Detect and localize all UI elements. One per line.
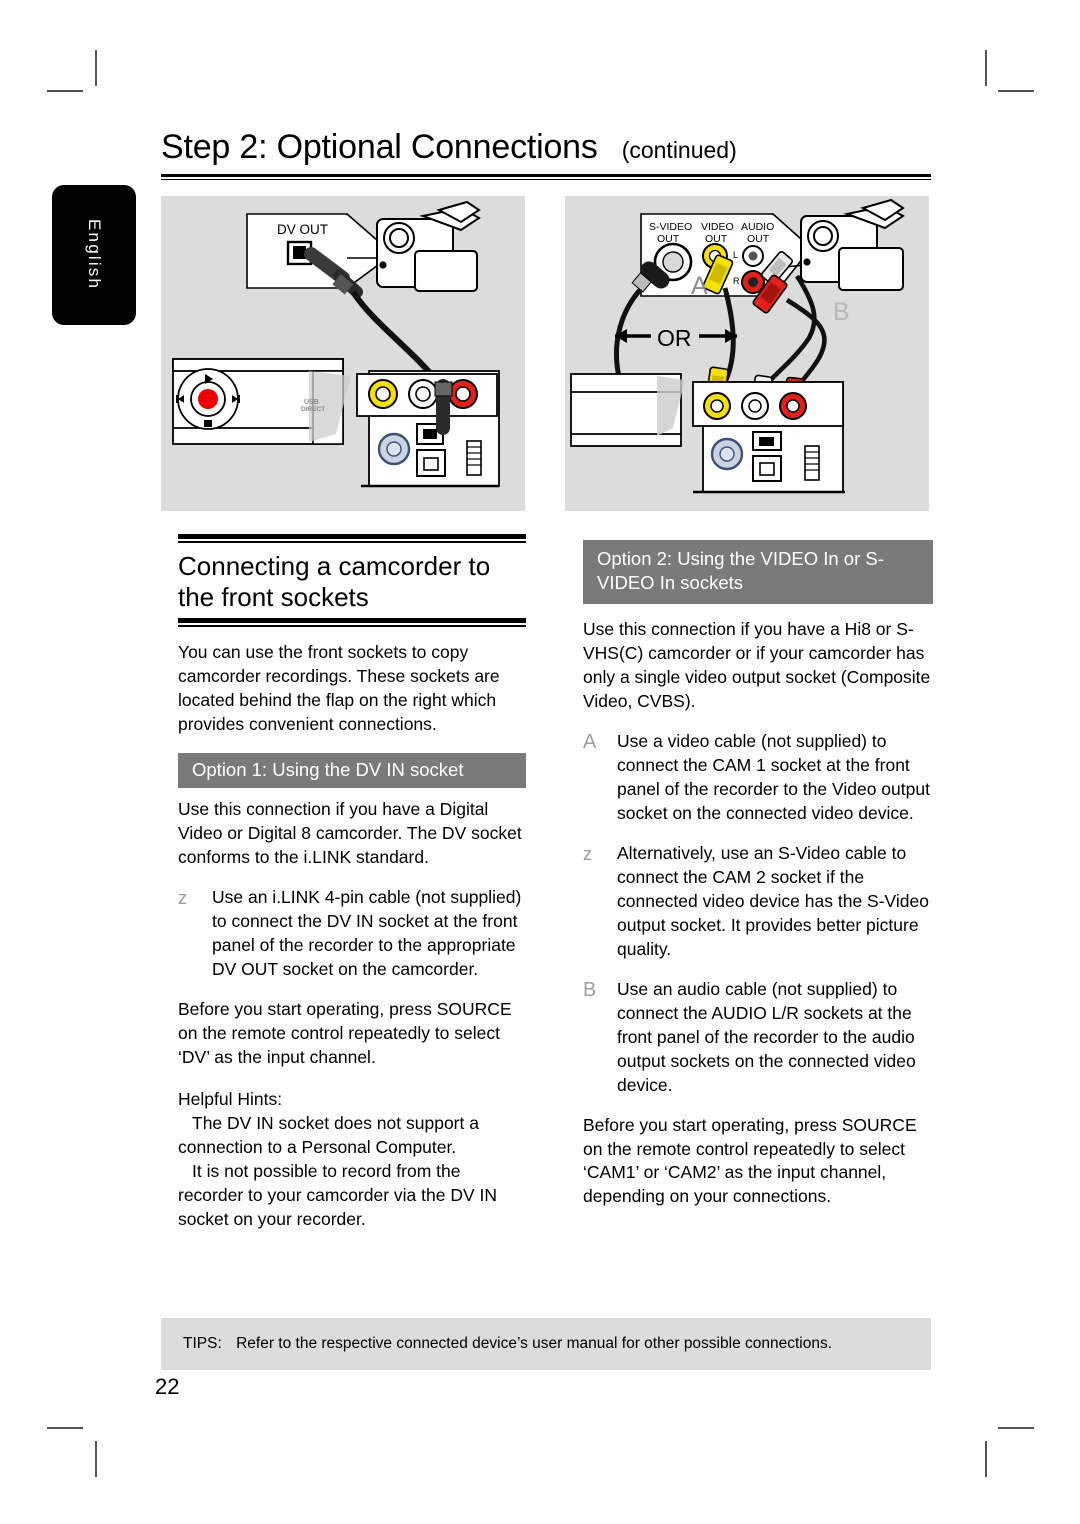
list-item: z Use an i.LINK 4-pin cable (not supplie… [178,886,526,982]
page-title: Step 2: Optional Connections (continued) [161,128,931,174]
section-rule-top [178,534,526,543]
option-2-intro: Use this connection if you have a Hi8 or… [583,619,931,711]
section-heading: Connecting a camcorder to the front sock… [178,551,491,612]
svg-text:USB: USB [304,399,319,406]
figure-dv-in-connection: DV OUT USB DIRECT [161,196,525,511]
right-column: Option 2: Using the VIDEO In or S-VIDEO … [583,540,933,1225]
svideo-out-label-line1: S-VIDEO [649,221,692,233]
list-item-text: Use an i.LINK 4-pin cable (not supplied)… [212,887,522,980]
tips-bar: TIPS: Refer to the respective connected … [161,1318,931,1370]
tips-label: TIPS: [183,1335,222,1352]
list-item: A Use a video cable (not supplied) to co… [583,730,933,826]
crop-mark-top-left-horizontal [47,90,83,92]
tips-content: TIPS: Refer to the respective connected … [161,1335,832,1353]
figure-video-svideo-connection: S-VIDEO OUT VIDEO OUT AUDIO OUT L R A B … [565,196,929,511]
marker-b-label: B [833,298,850,326]
option-1-bar: Option 1: Using the DV IN socket [178,753,526,789]
page-number: 22 [155,1374,180,1399]
language-tab: English [52,185,136,325]
record-button-icon [198,389,218,409]
marker-b-icon: B [583,978,597,1001]
crop-mark-bottom-right-horizontal [998,1427,1034,1429]
source-note: Before you start operating, press SOURCE… [178,999,512,1067]
or-label: OR [657,325,692,351]
audio-out-label-line2: OUT [747,233,770,245]
page-title-main: Step 2: Optional Connections [161,128,598,166]
audio-left-label: L [733,250,738,260]
bullet-arrow-icon: z [583,843,592,864]
helpful-hints: Helpful Hints: The DV IN socket does not… [178,1088,526,1232]
marker-a-icon: A [583,730,597,753]
list-item-text: Use a video cable (not supplied) to conn… [617,730,930,823]
crop-mark-bottom-left-horizontal [47,1427,83,1429]
title-divider [161,174,931,180]
crop-mark-bottom-left-vertical [95,1441,97,1477]
list-item-text: Use an audio cable (not supplied) to con… [617,978,916,1095]
source-note: Before you start operating, press SOURCE… [583,1114,917,1207]
option-2-bar: Option 2: Using the VIDEO In or S-VIDEO … [583,540,933,605]
intro-paragraph: You can use the front sockets to copy ca… [178,642,500,735]
crop-mark-top-right-horizontal [998,90,1034,92]
crop-mark-bottom-right-vertical [985,1441,987,1477]
hints-heading: Helpful Hints: [178,1088,283,1109]
crop-mark-top-left-vertical [95,50,97,86]
hint-line: It is not possible to record from the re… [178,1160,498,1229]
crop-mark-top-right-vertical [985,50,987,86]
list-item: B Use an audio cable (not supplied) to c… [583,978,933,1098]
list-item-text: Alternatively, use an S-Video cable to c… [617,842,929,959]
tips-text: Refer to the respective connected device… [236,1335,833,1352]
svg-text:DIRECT: DIRECT [301,406,325,413]
manual-page: English Step 2: Optional Connections (co… [0,0,1080,1524]
dv-out-label: DV OUT [277,222,328,237]
bullet-arrow-icon: z [178,888,187,909]
option-1-intro: Use this connection if you have a Digita… [178,799,522,868]
marker-a-label: A [691,272,708,300]
section-rule-bottom [178,618,526,628]
audio-out-label-line1: AUDIO [741,221,774,233]
hint-line: The DV IN socket does not support a conn… [178,1112,479,1157]
video-out-label-line1: VIDEO [701,221,734,233]
left-column: Connecting a camcorder to the front sock… [178,534,526,1232]
audio-right-label: R [733,276,740,286]
language-tab-label: English [85,219,104,291]
page-title-continued: (continued) [621,137,737,163]
list-item: z Alternatively, use an S-Video cable to… [583,842,933,962]
